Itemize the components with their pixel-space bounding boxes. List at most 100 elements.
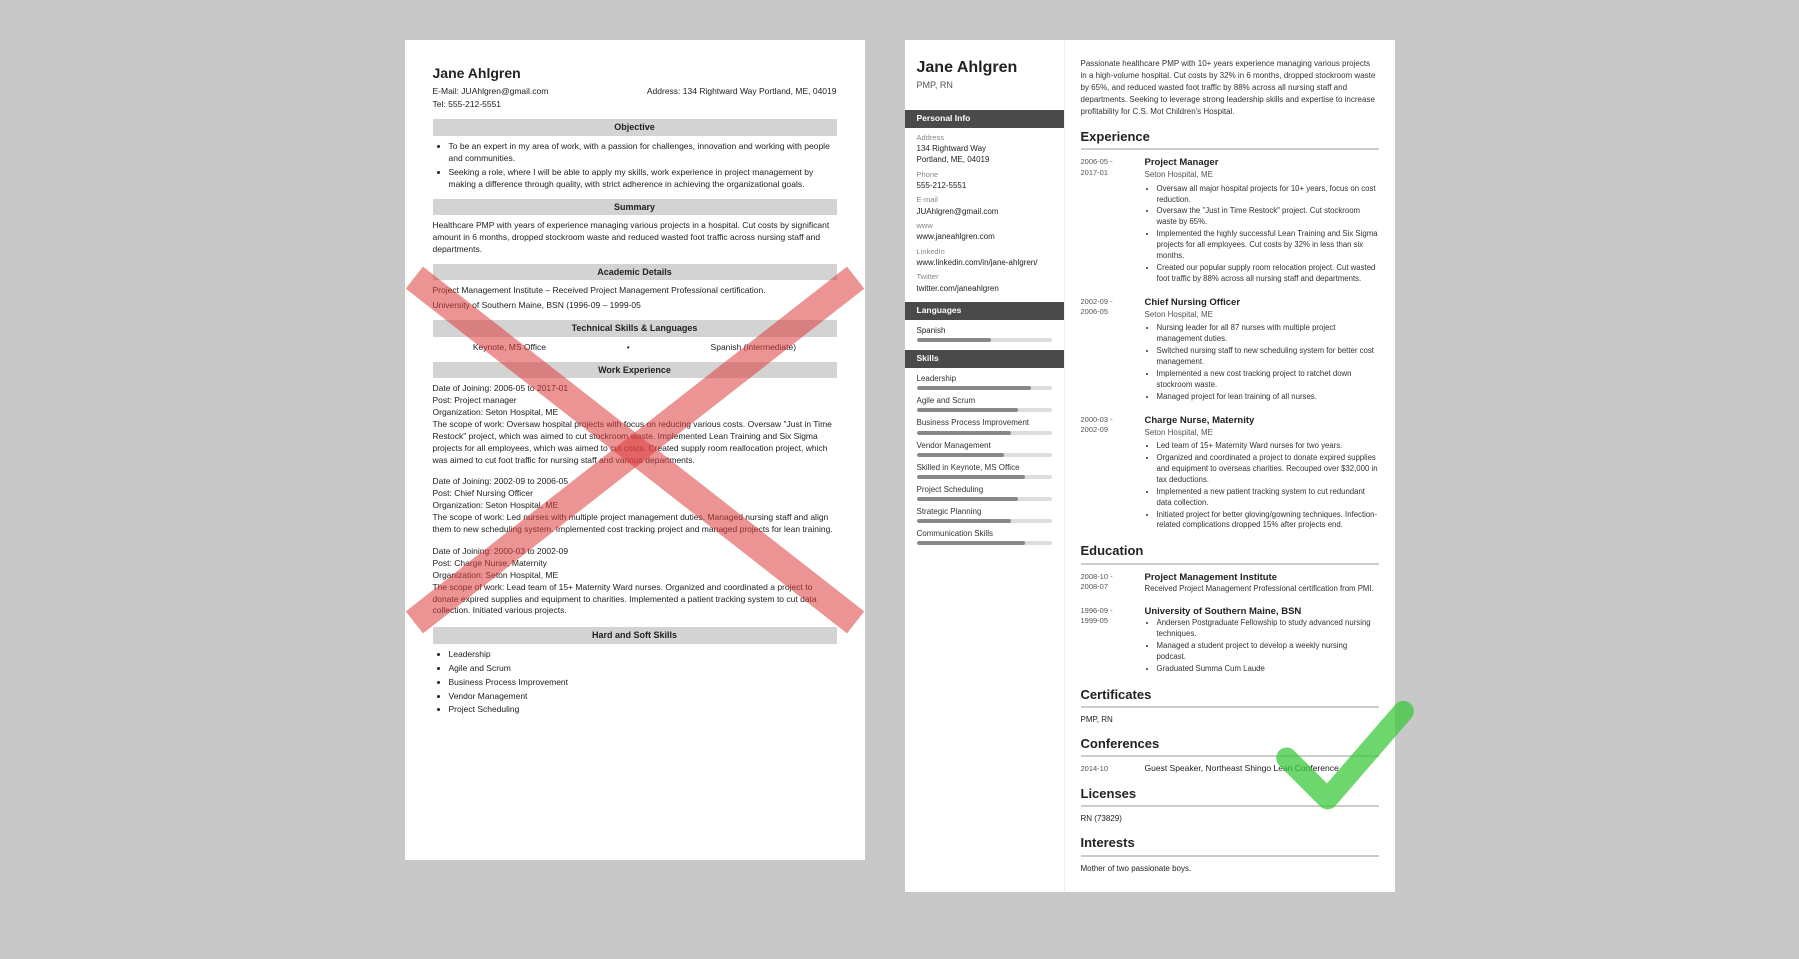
edu-2-body: University of Southern Maine, BSN Anders… <box>1145 605 1379 676</box>
resume-bad: Jane Ahlgren E-Mail: JUAhlgren@gmail.com… <box>405 40 865 860</box>
personal-info-section: Personal Info Address 134 Rightward WayP… <box>905 110 1064 294</box>
language-bar <box>917 338 1052 342</box>
certificates-value: PMP, RN <box>1081 714 1379 725</box>
edu-1-dates: 2008-10 -2008-07 <box>1081 571 1137 595</box>
skills-sidebar-content: Leadership Agile and Scrum Business Proc… <box>905 373 1064 546</box>
education-section-title: Education <box>1081 542 1379 564</box>
licenses-value: RN (73829) <box>1081 813 1379 824</box>
work-2-post: Post: Chief Nursing Officer <box>433 488 837 500</box>
conference-entry-1: 2014-10 Guest Speaker, Northeast Shingo … <box>1081 763 1379 775</box>
work-1-date: Date of Joining: 2006-05 to 2017-01 <box>433 383 837 395</box>
interests-section-title: Interests <box>1081 834 1379 856</box>
address-value: 134 Rightward WayPortland, ME, 04019 <box>917 143 1052 165</box>
edu-1-institution: Project Management Institute <box>1145 571 1379 584</box>
job-1-body: Project Manager Seton Hospital, ME Overs… <box>1145 156 1379 286</box>
edu-2-dates: 1996-09 -1999-05 <box>1081 605 1137 676</box>
skill-item-4: Vendor Management <box>449 691 837 703</box>
job-2-title: Chief Nursing Officer <box>1145 296 1379 309</box>
resume-good: Jane Ahlgren PMP, RN Personal Info Addre… <box>905 40 1395 892</box>
phone-label: Phone <box>917 170 1052 181</box>
objective-item-1: To be an expert in my area of work, with… <box>449 141 837 165</box>
job-3-dates: 2000-03 -2002-09 <box>1081 414 1137 533</box>
language-value: Spanish <box>917 325 1052 336</box>
objective-title: Objective <box>433 119 837 136</box>
left-address: Address: 134 Rightward Way Portland, ME,… <box>647 86 837 98</box>
job-entry-1: 2006-05 -2017-01 Project Manager Seton H… <box>1081 156 1379 286</box>
summary-text: Healthcare PMP with years of experience … <box>433 220 837 256</box>
skill-1: Keynote, MS Office <box>473 342 546 354</box>
skill-item-2: Agile and Scrum <box>449 663 837 675</box>
edu-2-bullets: Andersen Postgraduate Fellowship to stud… <box>1145 618 1379 675</box>
right-main: Passionate healthcare PMP with 10+ years… <box>1065 40 1395 892</box>
skill-keynote: Skilled in Keynote, MS Office <box>917 462 1052 479</box>
www-label: www <box>917 221 1052 232</box>
conf-1-date: 2014-10 <box>1081 763 1137 775</box>
right-title: PMP, RN <box>917 79 1052 92</box>
job-entry-3: 2000-03 -2002-09 Charge Nurse, Maternity… <box>1081 414 1379 533</box>
edu-1-desc: Received Project Management Professional… <box>1145 584 1379 595</box>
skills-section: Skills Leadership Agile and Scrum Busine… <box>905 350 1064 545</box>
work-entry-2: Date of Joining: 2002-09 to 2006-05 Post… <box>433 476 837 535</box>
linkedin-label: LinkedIn <box>917 247 1052 258</box>
job-1-title: Project Manager <box>1145 156 1379 169</box>
edu-1-body: Project Management Institute Received Pr… <box>1145 571 1379 595</box>
skills-row: Keynote, MS Office • Spanish (intermedia… <box>433 342 837 354</box>
technical-title: Technical Skills & Languages <box>433 320 837 337</box>
objective-item-2: Seeking a role, where I will be able to … <box>449 167 837 191</box>
job-entry-2: 2002-09 -2006-05 Chief Nursing Officer S… <box>1081 296 1379 404</box>
right-name: Jane Ahlgren <box>917 58 1052 77</box>
main-summary: Passionate healthcare PMP with 10+ years… <box>1081 58 1379 118</box>
licenses-section-title: Licenses <box>1081 785 1379 807</box>
experience-section-title: Experience <box>1081 128 1379 150</box>
job-3-bullets: Led team of 15+ Maternity Ward nurses fo… <box>1145 441 1379 531</box>
work-3-post: Post: Charge Nurse, Maternity <box>433 558 837 570</box>
edu-entry-2: 1996-09 -1999-05 University of Southern … <box>1081 605 1379 676</box>
job-1-bullets: Oversaw all major hospital projects for … <box>1145 184 1379 285</box>
email-value: JUAhlgren@gmail.com <box>917 206 1052 217</box>
linkedin-value: www.linkedin.com/in/jane-ahlgren/ <box>917 257 1052 268</box>
academic-title: Academic Details <box>433 264 837 281</box>
job-1-dates: 2006-05 -2017-01 <box>1081 156 1137 286</box>
skill-strategy: Strategic Planning <box>917 506 1052 523</box>
twitter-value: twitter.com/janeahlgren <box>917 283 1052 294</box>
work-3-date: Date of Joining: 2000-03 to 2002-09 <box>433 546 837 558</box>
languages-section: Languages Spanish <box>905 302 1064 342</box>
work-entry-1: Date of Joining: 2006-05 to 2017-01 Post… <box>433 383 837 466</box>
work-3-scope: The scope of work: Lead team of 15+ Mate… <box>433 582 837 618</box>
work-3-org: Organization: Seton Hospital, ME <box>433 570 837 582</box>
personal-info-content: Address 134 Rightward WayPortland, ME, 0… <box>905 133 1064 294</box>
skill-scheduling: Project Scheduling <box>917 484 1052 501</box>
job-3-company: Seton Hospital, ME <box>1145 427 1379 438</box>
work-1-org: Organization: Seton Hospital, ME <box>433 407 837 419</box>
phone-value: 555-212-5551 <box>917 180 1052 191</box>
academic-line-1: Project Management Institute – Received … <box>433 285 837 297</box>
interests-value: Mother of two passionate boys. <box>1081 863 1379 874</box>
conf-1-desc: Guest Speaker, Northeast Shingo Lean Con… <box>1145 763 1379 775</box>
work-2-scope: The scope of work: Led nurses with multi… <box>433 512 837 536</box>
left-email: E-Mail: JUAhlgren@gmail.com <box>433 86 549 98</box>
job-1-company: Seton Hospital, ME <box>1145 169 1379 180</box>
skill-item-5: Project Scheduling <box>449 704 837 716</box>
edu-2-institution: University of Southern Maine, BSN <box>1145 605 1379 618</box>
objective-list: To be an expert in my area of work, with… <box>433 141 837 191</box>
sidebar-header: Jane Ahlgren PMP, RN <box>905 40 1064 102</box>
languages-content: Spanish <box>905 325 1064 342</box>
work-2-org: Organization: Seton Hospital, ME <box>433 500 837 512</box>
job-2-dates: 2002-09 -2006-05 <box>1081 296 1137 404</box>
skill-bpi: Business Process Improvement <box>917 417 1052 434</box>
certificates-section-title: Certificates <box>1081 686 1379 708</box>
job-3-title: Charge Nurse, Maternity <box>1145 414 1379 427</box>
email-label: E-mail <box>917 195 1052 206</box>
work-2-date: Date of Joining: 2002-09 to 2006-05 <box>433 476 837 488</box>
edu-entry-1: 2008-10 -2008-07 Project Management Inst… <box>1081 571 1379 595</box>
work-title: Work Experience <box>433 362 837 379</box>
left-tel: Tel: 555-212-5551 <box>433 99 502 109</box>
skills-title: Hard and Soft Skills <box>433 627 837 644</box>
job-3-body: Charge Nurse, Maternity Seton Hospital, … <box>1145 414 1379 533</box>
job-2-body: Chief Nursing Officer Seton Hospital, ME… <box>1145 296 1379 404</box>
languages-title: Languages <box>905 302 1064 320</box>
skill-vendor: Vendor Management <box>917 440 1052 457</box>
conferences-section-title: Conferences <box>1081 735 1379 757</box>
work-1-scope: The scope of work: Oversaw hospital proj… <box>433 419 837 467</box>
skill-2: Spanish (intermediate) <box>711 342 797 354</box>
